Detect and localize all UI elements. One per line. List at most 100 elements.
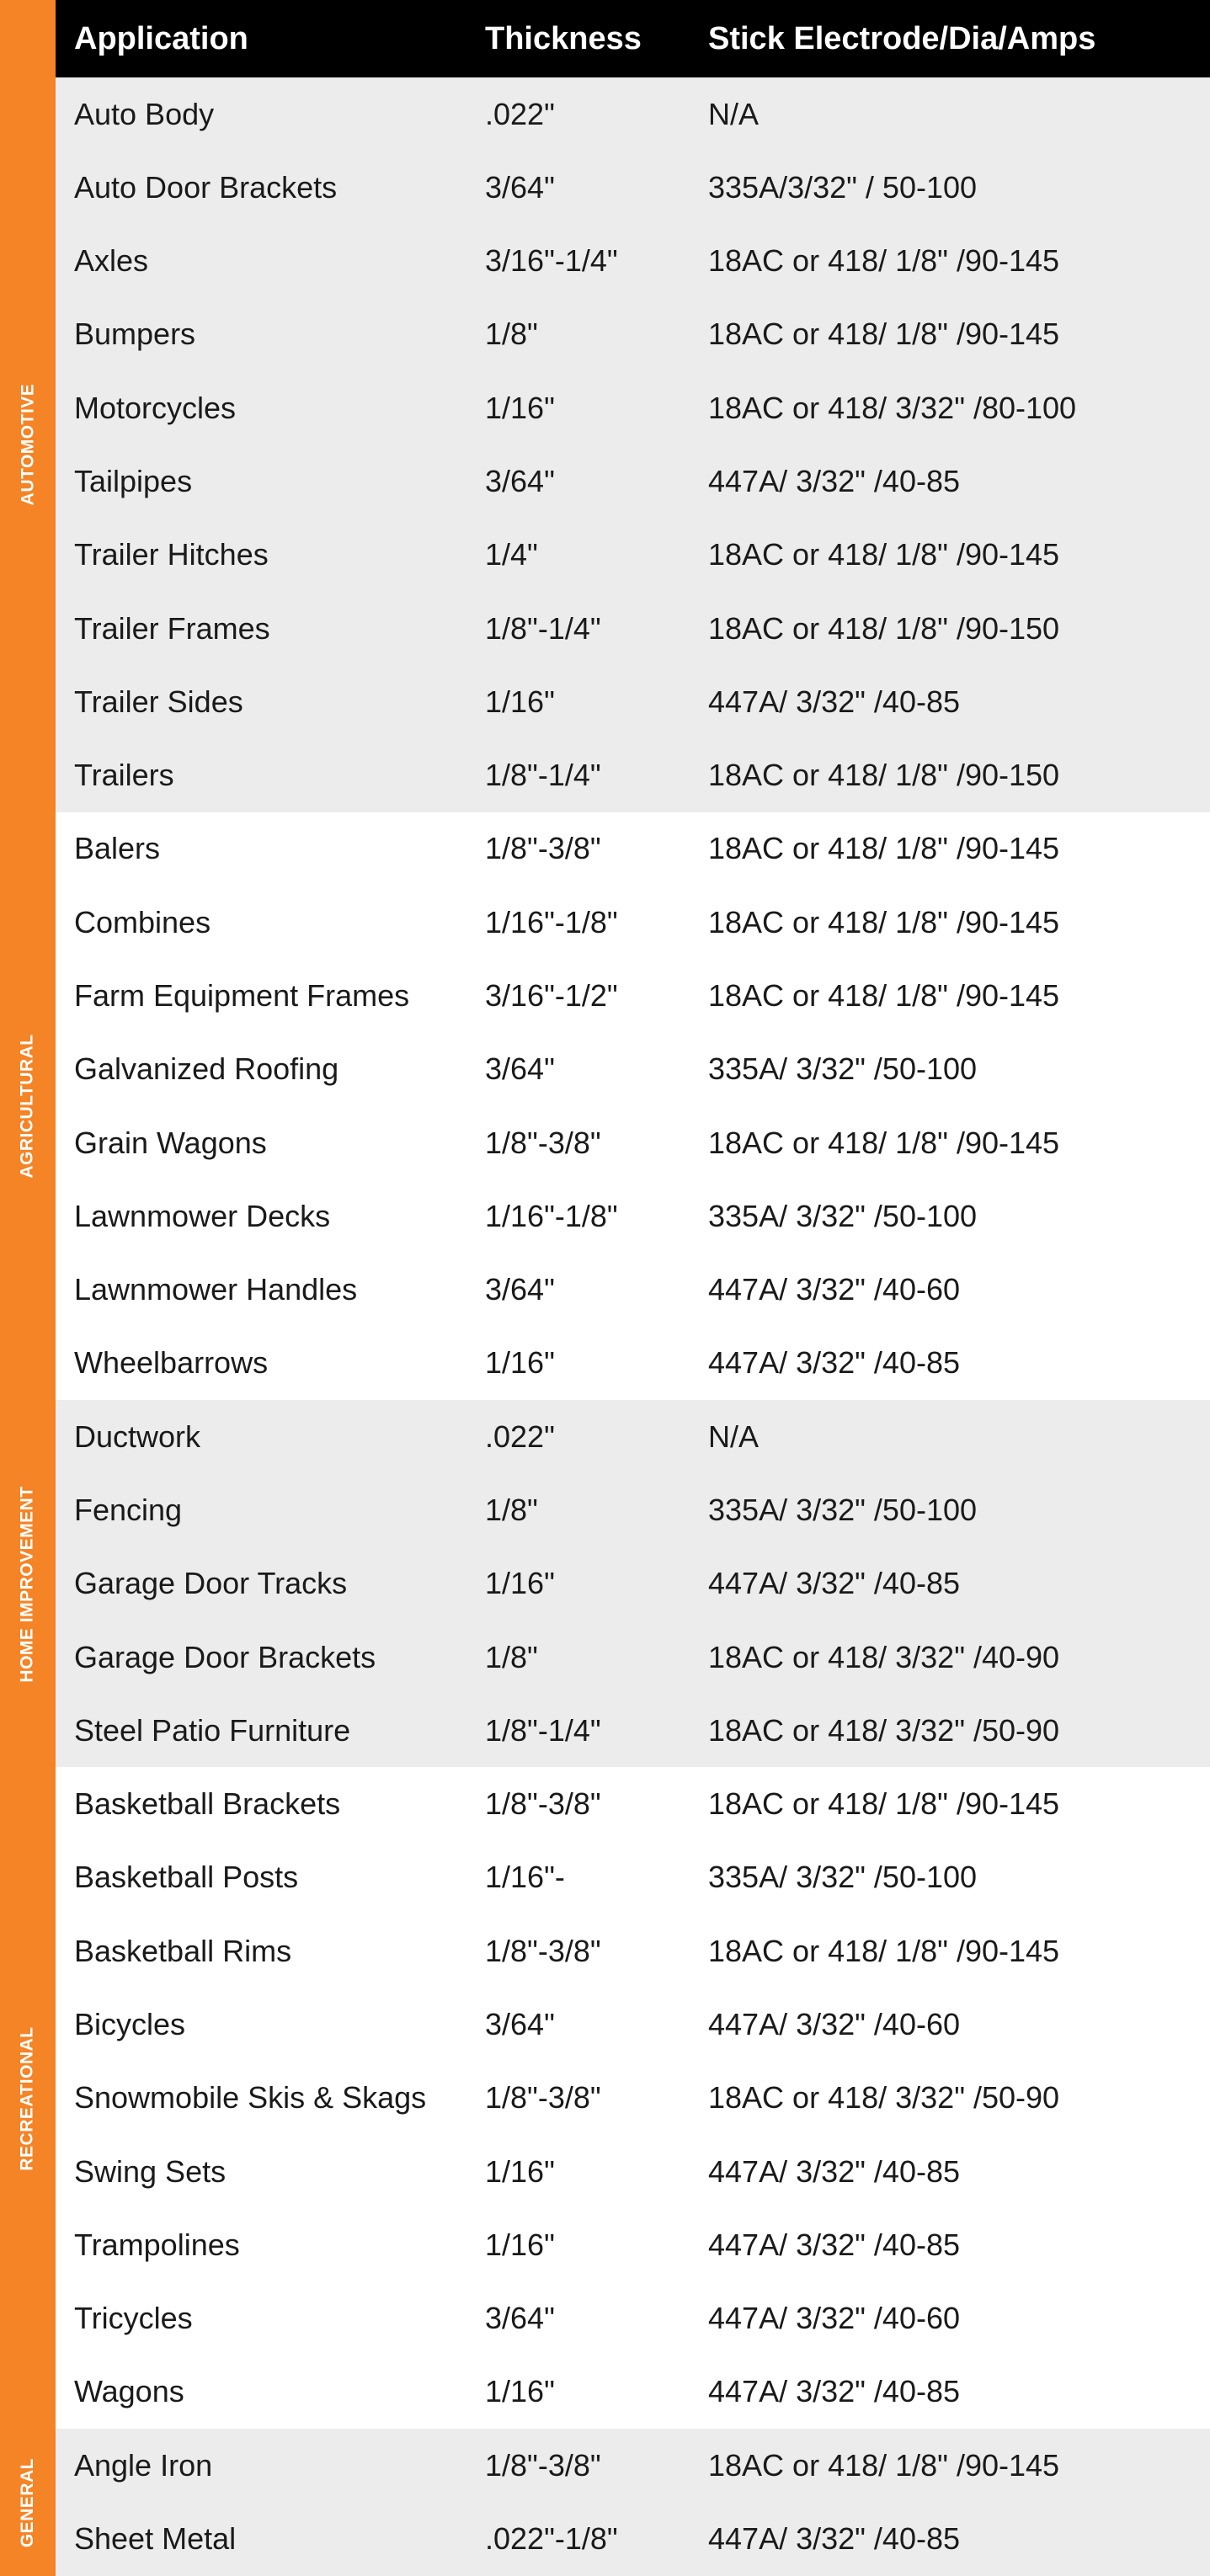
category-label-text: HOME IMPROVEMENT <box>18 1485 37 1683</box>
cell-electrode: N/A <box>708 1418 760 1454</box>
category-rail: AUTOMOTIVE AGRICULTURAL HOME IMPROVEMENT RE… <box>0 0 56 2576</box>
cell-application: Wagons <box>74 2374 184 2409</box>
cell-application: Axles <box>74 243 149 279</box>
table-row: Tricycles 3/64" 447A/ 3/32" /40-60 <box>56 2281 1210 2355</box>
table-row: Motorcycles 1/16" 18AC or 418/ 3/32" /80-1… <box>56 371 1210 444</box>
cell-application: Combines <box>74 904 211 939</box>
category-label-text: AUTOMOTIVE <box>18 384 37 506</box>
cell-thickness: 1/8"-1/4" <box>485 758 601 793</box>
cell-thickness: 1/16"-1/8" <box>485 904 618 939</box>
cell-application: Basketball Brackets <box>74 1786 341 1822</box>
cell-application: Bumpers <box>74 317 196 352</box>
cell-application: Lawnmower Decks <box>74 1198 331 1233</box>
table-row: Swing Sets 1/16" 447A/ 3/32" /40-85 <box>56 2135 1210 2208</box>
table-row: Trailer Sides 1/16" 447A/ 3/32" /40-85 <box>56 665 1210 738</box>
table-section-list: Auto Body .022" N/A Auto Door Brackets 3/64"… <box>56 77 1210 2576</box>
category-label-agricultural: AGRICULTURAL <box>0 812 56 1401</box>
table-header-row: Application Thickness Stick Electrode/Di… <box>56 0 1210 77</box>
welding-application-table: AUTOMOTIVE AGRICULTURAL HOME IMPROVEMENT RE… <box>0 0 1210 2576</box>
column-header-electrode: Stick Electrode/Dia/Amps <box>708 20 1096 56</box>
cell-application: Bicycles <box>74 2006 186 2041</box>
cell-thickness: 1/16" <box>485 1345 555 1381</box>
table-row: Combines 1/16"-1/8" 18AC or 418/ 1/8" /90-… <box>56 886 1210 959</box>
cell-thickness: 1/16"-1/8" <box>485 1198 618 1233</box>
cell-thickness: 1/8" <box>485 1639 538 1674</box>
cell-application: Ductwork <box>74 1418 201 1454</box>
table-row: Bumpers 1/8" 18AC or 418/ 1/8" /90-145 <box>56 298 1210 371</box>
table-row: Tailpipes 3/64" 447A/ 3/32" /40-85 <box>56 444 1210 518</box>
table-row: Wheelbarrows 1/16" 447A/ 3/32" /40-85 <box>56 1327 1210 1400</box>
table-row: Basketball Rims 1/8"-3/8" 18AC or 418/ 1/8… <box>56 1914 1210 1988</box>
cell-electrode: 447A/ 3/32" /40-85 <box>708 1566 961 1601</box>
cell-thickness: 1/4" <box>485 537 538 572</box>
cell-thickness: 1/8"-3/8" <box>485 1786 601 1822</box>
cell-application: Motorcycles <box>74 390 237 425</box>
cell-electrode: 18AC or 418/ 1/8" /90-150 <box>708 758 1060 793</box>
cell-application: Basketball Rims <box>74 1933 292 1968</box>
cell-thickness: 1/8"-3/8" <box>485 1125 601 1160</box>
cell-electrode: 18AC or 418/ 1/8" /90-150 <box>708 610 1060 646</box>
cell-application: Farm Equipment Frames <box>74 978 410 1014</box>
table-content: Application Thickness Stick Electrode/Di… <box>56 0 1210 2576</box>
cell-application: Trailer Hitches <box>74 537 269 572</box>
cell-thickness: 1/8"-1/4" <box>485 610 601 646</box>
cell-electrode: 335A/ 3/32" /50-100 <box>708 1051 978 1087</box>
cell-thickness: 1/8"-3/8" <box>485 1933 601 1968</box>
cell-electrode: 447A/ 3/32" /40-60 <box>708 2006 961 2041</box>
cell-electrode: 18AC or 418/ 3/32" /50-90 <box>708 2080 1060 2116</box>
cell-thickness: .022" <box>485 1418 555 1454</box>
category-label-home-improvement: HOME IMPROVEMENT <box>0 1400 56 1768</box>
cell-thickness: 3/64" <box>485 464 555 499</box>
cell-thickness: 1/8" <box>485 1492 538 1527</box>
cell-thickness: 1/16" <box>485 2374 555 2409</box>
rail-header-spacer <box>0 0 56 77</box>
cell-thickness: 1/8"-1/4" <box>485 1712 601 1748</box>
cell-application: Tailpipes <box>74 464 193 499</box>
cell-thickness: 3/64" <box>485 169 555 205</box>
table-row: Auto Door Brackets 3/64" 335A/3/32" / 50-1… <box>56 151 1210 224</box>
cell-application: Trampolines <box>74 2227 240 2262</box>
table-row: Basketball Posts 1/16"- 335A/ 3/32" /50-10… <box>56 1841 1210 1914</box>
cell-application: Fencing <box>74 1492 183 1527</box>
table-row: Garage Door Tracks 1/16" 447A/ 3/32" /40-8… <box>56 1547 1210 1621</box>
cell-application: Snowmobile Skis & Skags <box>74 2080 427 2116</box>
table-row: Lawnmower Decks 1/16"-1/8" 335A/ 3/32" /50… <box>56 1179 1210 1253</box>
cell-thickness: 3/64" <box>485 1272 555 1307</box>
table-row: Steel Patio Furniture 1/8"-1/4" 18AC or 41… <box>56 1694 1210 1767</box>
section-automotive: Auto Body .022" N/A Auto Door Brackets 3/64"… <box>56 77 1210 812</box>
cell-electrode: 18AC or 418/ 1/8" /90-145 <box>708 831 1060 866</box>
table-row: Basketball Brackets 1/8"-3/8" 18AC or 418/… <box>56 1767 1210 1840</box>
table-row: Auto Body .022" N/A <box>56 77 1210 151</box>
table-row: Wagons 1/16" 447A/ 3/32" /40-85 <box>56 2355 1210 2429</box>
table-row: Fencing 1/8" 335A/ 3/32" /50-100 <box>56 1473 1210 1546</box>
cell-thickness: 3/16"-1/2" <box>485 978 618 1014</box>
section-agricultural: Balers 1/8"-3/8" 18AC or 418/ 1/8" /90-145… <box>56 812 1210 1401</box>
cell-electrode: 447A/ 3/32" /40-85 <box>708 2153 961 2189</box>
cell-thickness: 1/16" <box>485 1566 555 1601</box>
category-label-text: RECREATIONAL <box>18 2025 37 2171</box>
category-label-text: GENERAL <box>18 2457 37 2547</box>
cell-electrode: 18AC or 418/ 3/32" /80-100 <box>708 390 1077 425</box>
cell-thickness: 1/8" <box>485 317 538 352</box>
table-row: Sheet Metal .022"-1/8" 447A/ 3/32" /40-85 <box>56 2502 1210 2575</box>
cell-thickness: 1/8"-3/8" <box>485 831 601 866</box>
cell-application: Basketball Posts <box>74 1860 299 1895</box>
cell-application: Galvanized Roofing <box>74 1051 339 1087</box>
cell-application: Swing Sets <box>74 2153 227 2189</box>
column-header-thickness: Thickness <box>485 20 642 56</box>
cell-thickness: 3/64" <box>485 2006 555 2041</box>
cell-application: Auto Body <box>74 96 215 131</box>
cell-electrode: 18AC or 418/ 3/32" /40-90 <box>708 1639 1060 1674</box>
cell-thickness: 3/64" <box>485 1051 555 1087</box>
cell-electrode: 18AC or 418/ 1/8" /90-145 <box>708 1786 1060 1822</box>
cell-electrode: 335A/ 3/32" /50-100 <box>708 1860 978 1895</box>
table-row: Galvanized Roofing 3/64" 335A/ 3/32" /50-1… <box>56 1033 1210 1106</box>
cell-electrode: 18AC or 418/ 1/8" /90-145 <box>708 978 1060 1014</box>
table-row: Lawnmower Handles 3/64" 447A/ 3/32" /40-60 <box>56 1253 1210 1327</box>
cell-electrode: 18AC or 418/ 1/8" /90-145 <box>708 904 1060 939</box>
table-row: Axles 3/16"-1/4" 18AC or 418/ 1/8" /90-145 <box>56 225 1210 298</box>
cell-thickness: .022"-1/8" <box>485 2520 618 2556</box>
cell-electrode: 18AC or 418/ 1/8" /90-145 <box>708 2447 1060 2483</box>
cell-thickness: .022" <box>485 96 555 131</box>
cell-thickness: 1/8"-3/8" <box>485 2080 601 2116</box>
